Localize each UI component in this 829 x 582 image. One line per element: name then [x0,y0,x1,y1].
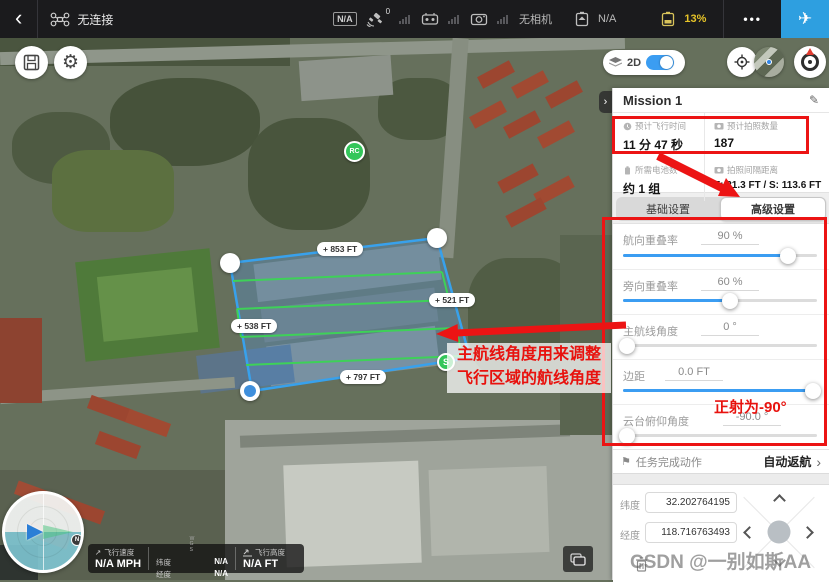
rc-signal-bars [448,14,459,24]
camera-signal-bars [497,14,508,24]
edit-mission-button[interactable]: ✎ [809,93,819,107]
battery-icon [623,166,632,175]
minimap-location-dot [766,59,772,65]
altitude-value: N/A FT [243,558,285,570]
polygon-vertex-handle[interactable] [427,228,447,248]
north-badge: N [71,534,83,546]
rc-battery-value: 13% [684,13,706,25]
rc-location-marker: RC [344,141,365,162]
save-mission-button[interactable] [15,46,48,79]
latitude-input[interactable]: 32.202764195 [645,492,737,513]
telemetry-lat-label: 纬度 [156,557,171,568]
stat-photo-interval: 拍照间隔距离 F: 21.3 FT / S: 113.6 FT [704,157,829,201]
finish-action-value: 自动返航 [763,453,811,470]
telemetry-lng-label: 经度 [156,569,171,580]
panel-collapse-handle[interactable]: › [599,91,612,113]
save-icon [23,54,40,71]
mission-header: Mission 1 ✎ [613,88,829,113]
gps-mode-badge[interactable]: N/A [333,12,357,26]
more-menu-button[interactable]: ••• [733,12,772,26]
polygon-vertex-handle-selected[interactable] [240,381,260,401]
takeoff-plane-icon: ✈ [798,9,812,29]
map-mode-label: 2D [627,57,641,69]
satellite-signal-bars [399,14,410,24]
dpad-left-button[interactable] [743,526,756,539]
map-mode-toggle[interactable]: 2D [603,50,685,75]
map-compass-button[interactable] [794,46,826,78]
satellite-icon[interactable] [366,12,383,27]
compass-needle-icon [806,48,814,55]
edge-distance-label: + 538 FT [231,319,277,333]
altitude-label: 飞行高度 [255,547,285,558]
annotation-ortho-note: 正射为-90° [714,396,787,417]
heading-cone [43,525,73,539]
wgs-icon: WGS [190,537,195,554]
longitude-input[interactable]: 118.716763493 [645,522,737,543]
camera-status: 无相机 [519,11,552,27]
edge-distance-label: + 797 FT [340,370,386,384]
aircraft-heading-icon [27,524,43,540]
dpad-right-button[interactable] [801,526,814,539]
telemetry-bar: ↗飞行速度 N/A MPH WGS 纬度N/A 经度N/A 飞行高度 N/A F… [88,544,304,573]
map-layers-icon [570,553,586,566]
attitude-compass: N [2,491,84,573]
polygon-vertex-handle[interactable] [220,253,240,273]
annotation-course-angle-note: 主航线角度用来调整 飞行区域的航线角度 [447,343,611,393]
speed-icon: ↗ [95,548,101,557]
satellite-count: 0 [386,7,390,16]
camera-icon[interactable] [470,12,488,26]
edge-distance-label: + 853 FT [317,242,363,256]
telemetry-lat-value: N/A [214,557,228,568]
locate-button[interactable] [727,47,757,77]
camera-icon [714,166,724,174]
edge-distance-label: + 521 FT [429,293,475,307]
chevron-right-icon: › [816,454,821,470]
latitude-label: 纬度 [620,497,640,512]
compass-ring-icon [801,53,819,71]
status-bar: ‹ 无连接 N/A 0 [0,0,829,38]
locate-icon [734,54,750,70]
settings-button[interactable]: ⚙ [54,46,87,79]
dpad-center-knob[interactable] [768,521,791,544]
finish-action-label: 任务完成动作 [636,454,702,470]
longitude-label: 经度 [620,527,640,542]
2d-switch[interactable] [646,55,674,70]
telemetry-lng-value: N/A [214,569,228,580]
takeoff-button[interactable]: ✈ [781,0,829,38]
altitude-icon [243,549,252,557]
stat-battery-count: 所需电池数 约 1 组 [613,157,704,201]
speed-value: N/A MPH [95,558,141,570]
layers-icon [609,57,622,68]
map-layers-button[interactable] [563,546,593,572]
speed-label: 飞行速度 [104,547,134,558]
aircraft-battery-icon[interactable] [575,11,589,27]
dpad-up-button[interactable] [773,494,786,507]
rc-battery-icon[interactable] [661,11,675,27]
drone-icon [50,12,70,27]
remote-controller-icon[interactable] [421,12,439,26]
connection-status: 无连接 [77,11,113,28]
flag-icon: ⚑ [621,455,631,468]
aircraft-battery-value: N/A [598,13,616,25]
watermark: CSDN @一别如斯AA [630,547,811,574]
finish-action-row[interactable]: ⚑ 任务完成动作 自动返航 › [613,449,829,473]
back-button[interactable]: ‹ [0,5,37,34]
chevron-right-icon: › [604,96,608,108]
mission-title: Mission 1 [623,93,682,108]
minimap-button[interactable] [754,47,784,77]
gear-icon: ⚙ [62,51,79,74]
annotation-box-stats [612,116,809,154]
